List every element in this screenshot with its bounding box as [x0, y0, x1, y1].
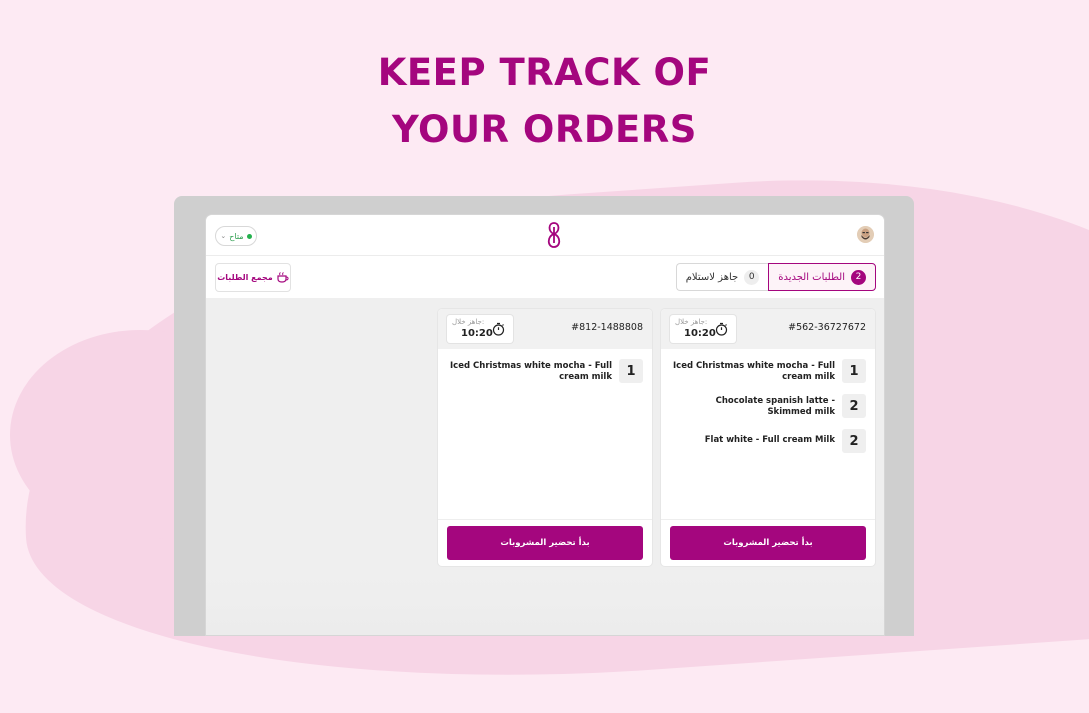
- availability-dropdown[interactable]: ⌄ متاح: [215, 226, 257, 246]
- order-items: 1 Iced Christmas white mocha - Full crea…: [661, 359, 875, 464]
- order-item: 2 Chocolate spanish latte - Skimmed milk: [661, 394, 875, 429]
- user-avatar-icon[interactable]: [857, 226, 874, 243]
- timer-icon: [715, 322, 728, 336]
- order-item: 1 Iced Christmas white mocha - Full crea…: [438, 359, 652, 394]
- tab-ready-count: 0: [744, 269, 760, 285]
- order-card-footer: بدأ تحضير المشروبات: [438, 519, 652, 566]
- item-quantity: 1: [619, 359, 643, 383]
- chevron-down-icon: ⌄: [220, 232, 227, 240]
- order-card: #562-36727672 جاهز خلال: 10:20 1 Iced Ch…: [661, 309, 875, 566]
- order-id: #562-36727672: [788, 322, 866, 333]
- empty-area: [206, 575, 884, 635]
- start-preparing-button[interactable]: بدأ تحضير المشروبات: [670, 526, 866, 560]
- top-bar: ⌄ متاح: [206, 215, 884, 256]
- order-status-tabs: الطلبات الجديدة 2 جاهز لاستلام 0: [675, 263, 876, 291]
- brand-logo-icon: [547, 222, 561, 248]
- order-card: #812-1488808 جاهز خلال: 10:20 1 Iced Chr…: [438, 309, 652, 566]
- order-toolbar: مجمع الطلبات الطلبات الجديدة 2 جاهز لاست…: [206, 256, 884, 298]
- order-id: #812-1488808: [571, 322, 643, 333]
- order-items: 1 Iced Christmas white mocha - Full crea…: [438, 359, 652, 394]
- item-quantity: 2: [842, 429, 866, 453]
- availability-label: متاح: [229, 231, 244, 241]
- coffee-cup-icon: [277, 272, 289, 283]
- ready-time-box: جاهز خلال: 10:20: [447, 315, 513, 343]
- item-name: Iced Christmas white mocha - Full cream …: [450, 361, 612, 382]
- order-hub-button[interactable]: مجمع الطلبات: [215, 263, 291, 292]
- item-name: Chocolate spanish latte - Skimmed milk: [715, 396, 835, 417]
- start-preparing-button[interactable]: بدأ تحضير المشروبات: [447, 526, 643, 560]
- app-screen: ⌄ متاح مجمع الطلبات الطلبات الجديدة 2 جا…: [206, 215, 884, 635]
- order-card-footer: بدأ تحضير المشروبات: [661, 519, 875, 566]
- order-item: 2 Flat white - Full cream Milk: [661, 429, 875, 464]
- headline-line-2: YOUR ORDERS: [392, 108, 697, 151]
- tab-ready-label: جاهز لاستلام: [685, 271, 739, 283]
- headline: KEEP TRACK OF YOUR ORDERS: [0, 44, 1089, 158]
- item-quantity: 1: [842, 359, 866, 383]
- ready-time: 10:20: [461, 328, 493, 339]
- tab-new-orders-label: الطلبات الجديدة: [778, 271, 845, 283]
- order-card-header: #562-36727672 جاهز خلال: 10:20: [661, 309, 875, 349]
- ready-label: جاهز خلال:: [675, 318, 708, 326]
- ready-time: 10:20: [684, 328, 716, 339]
- tab-ready-for-pickup[interactable]: جاهز لاستلام 0: [675, 263, 769, 291]
- ready-time-box: جاهز خلال: 10:20: [670, 315, 736, 343]
- order-item: 1 Iced Christmas white mocha - Full crea…: [661, 359, 875, 394]
- item-name: Iced Christmas white mocha - Full cream …: [673, 361, 835, 382]
- headline-line-1: KEEP TRACK OF: [377, 51, 712, 94]
- ready-label: جاهز خلال:: [452, 318, 485, 326]
- order-hub-label: مجمع الطلبات: [217, 273, 273, 282]
- timer-icon: [492, 322, 505, 336]
- tab-new-orders-count: 2: [851, 269, 866, 285]
- item-quantity: 2: [842, 394, 866, 418]
- order-card-header: #812-1488808 جاهز خلال: 10:20: [438, 309, 652, 349]
- item-name: Flat white - Full cream Milk: [704, 435, 835, 445]
- status-dot-icon: [246, 233, 252, 239]
- tab-new-orders[interactable]: الطلبات الجديدة 2: [768, 263, 876, 291]
